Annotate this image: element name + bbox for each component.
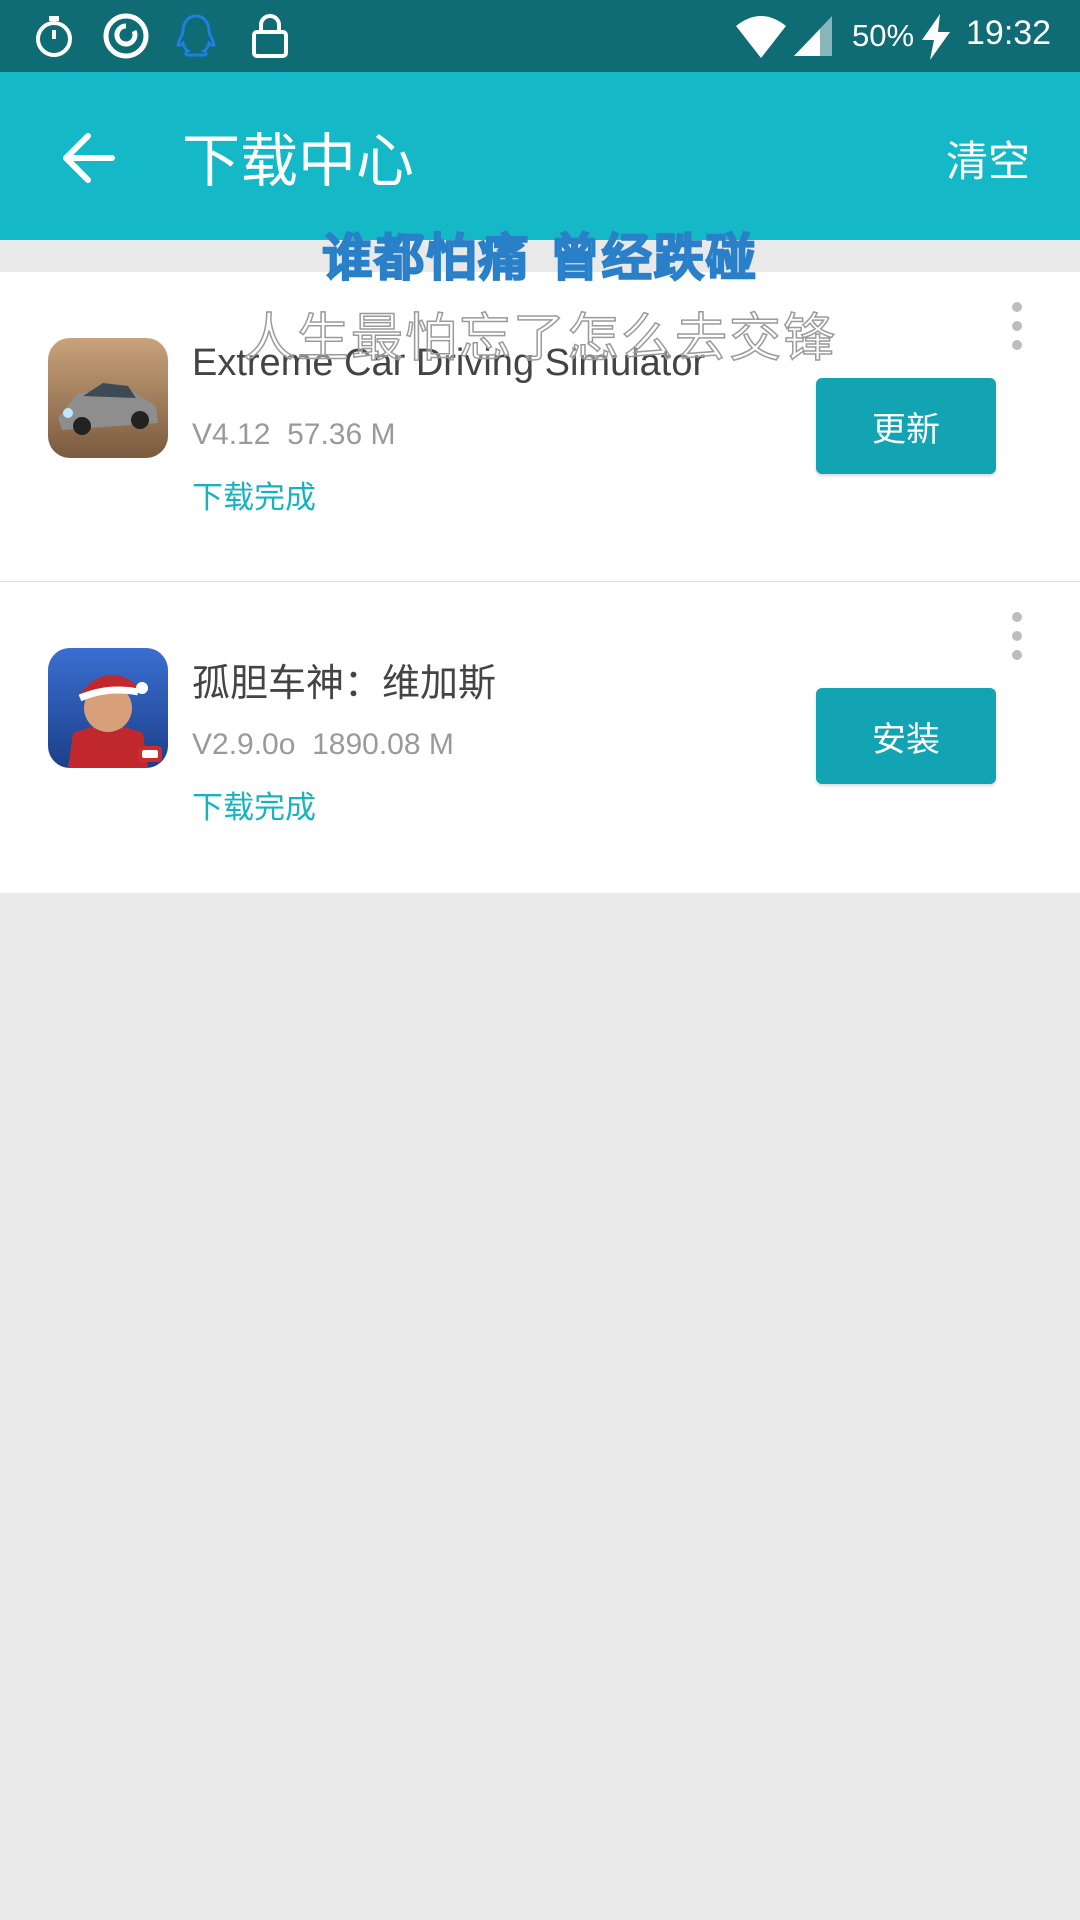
install-button[interactable]: 安装: [816, 688, 996, 784]
app-name: 孤胆车神：维加斯: [192, 661, 497, 705]
back-arrow-icon[interactable]: [52, 122, 124, 194]
app-size: 57.36 M: [287, 418, 396, 451]
lock-icon: [252, 14, 288, 58]
app-version: V4.12: [192, 418, 271, 451]
download-status: 下载完成: [192, 480, 316, 516]
charging-icon: [922, 14, 950, 60]
app-version: V2.9.0o: [192, 728, 296, 761]
download-item[interactable]: 孤胆车神：维加斯 V2.9.0o 1890.08 M 下载完成 安装: [0, 582, 1080, 893]
app-size: 1890.08 M: [312, 728, 454, 761]
clock: 19:32: [966, 14, 1052, 52]
more-options-icon[interactable]: [1000, 612, 1034, 672]
signal-icon: [794, 16, 832, 56]
app-meta: V2.9.0o 1890.08 M: [192, 728, 454, 762]
netease-music-icon: [103, 13, 149, 59]
battery-percent: 50%: [852, 18, 915, 53]
app-bar: 下载中心 清空: [0, 72, 1080, 240]
page-title: 下载中心: [182, 127, 415, 195]
gangstar-game-icon: [48, 648, 168, 768]
download-status: 下载完成: [192, 790, 316, 826]
wifi-icon: [736, 16, 786, 58]
lyrics-overlay-line2: 人生最怕忘了怎么去交锋: [242, 308, 837, 370]
clear-button[interactable]: 清空: [946, 128, 1030, 189]
app-meta: V4.12 57.36 M: [192, 418, 395, 452]
stopwatch-icon: [36, 16, 72, 57]
update-button[interactable]: 更新: [816, 378, 996, 474]
status-bar: 50% 19:32: [0, 0, 1080, 72]
qq-icon: [176, 14, 216, 57]
lyrics-overlay-line1: 谁都怕痛 曾经跌碰: [321, 228, 758, 288]
